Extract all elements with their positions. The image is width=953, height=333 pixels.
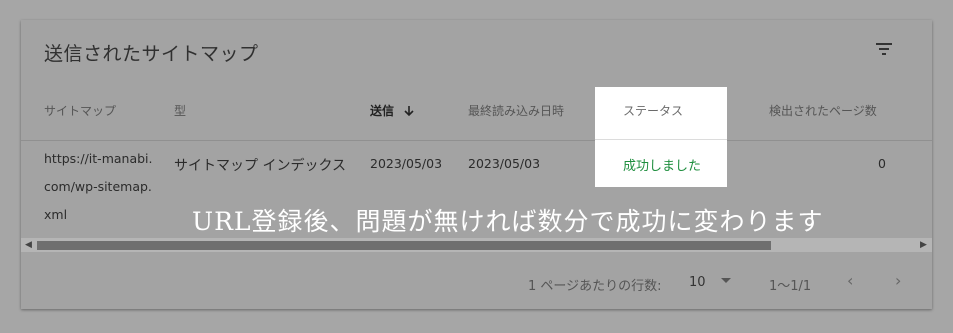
- header-divider: [21, 140, 932, 141]
- sitemaps-card: 送信されたサイトマップ サイトマップ 型 送信 最終読み込み日時 検出されたペー…: [21, 20, 932, 309]
- filter-button[interactable]: [869, 34, 899, 64]
- header-type[interactable]: 型: [174, 102, 186, 119]
- header-status[interactable]: ステータス: [623, 102, 683, 119]
- next-page-button[interactable]: ›: [895, 271, 901, 290]
- cell-sitemap[interactable]: https://it-manabi.com/wp-sitemap.xml: [44, 145, 156, 229]
- cell-type: サイトマップ インデックス: [174, 158, 347, 174]
- dropdown-icon: [720, 278, 731, 283]
- header-sitemap[interactable]: サイトマップ: [44, 102, 116, 119]
- cell-discovered: 0: [878, 156, 886, 171]
- chevron-right-icon: ›: [895, 271, 902, 290]
- annotation-caption: URL登録後、問題が無ければ数分で成功に変わります: [192, 207, 824, 236]
- horizontal-scrollbar[interactable]: ◀ ▶: [21, 238, 932, 252]
- header-last-read[interactable]: 最終読み込み日時: [468, 102, 564, 119]
- header-submitted-label: 送信: [370, 104, 395, 118]
- rows-per-page-value: 10: [689, 275, 706, 290]
- header-discovered[interactable]: 検出されたページ数: [769, 102, 877, 119]
- filter-icon: [876, 43, 892, 55]
- scrollbar-thumb[interactable]: [37, 241, 771, 250]
- rows-per-page-label: 1 ページあたりの行数:: [528, 279, 662, 294]
- rows-per-page-select[interactable]: 10: [689, 275, 732, 290]
- cell-submitted: 2023/05/03: [370, 156, 443, 171]
- arrow-down-icon: [404, 106, 414, 117]
- card-title: 送信されたサイトマップ: [44, 43, 259, 65]
- scroll-right-icon[interactable]: ▶: [920, 240, 927, 250]
- scroll-left-icon[interactable]: ◀: [25, 240, 32, 250]
- prev-page-button[interactable]: ‹: [847, 271, 853, 290]
- status-column-highlight: ステータス 成功しました: [595, 87, 727, 187]
- status-badge: 成功しました: [623, 159, 702, 174]
- cell-last-read: 2023/05/03: [468, 156, 541, 171]
- header-submitted[interactable]: 送信: [370, 102, 416, 119]
- status-divider: [595, 139, 727, 140]
- pagination-range: 1〜1/1: [769, 279, 812, 294]
- chevron-left-icon: ‹: [847, 271, 854, 290]
